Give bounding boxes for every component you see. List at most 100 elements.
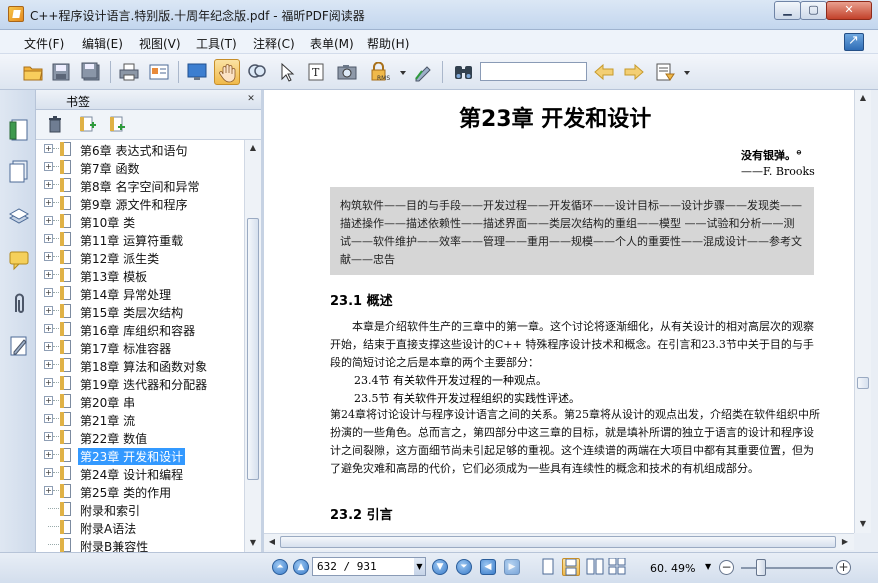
- page-dropdown-icon[interactable]: ▼: [414, 558, 425, 575]
- next-page-icon[interactable]: ▼: [432, 559, 448, 575]
- pages-panel-icon[interactable]: [8, 160, 30, 184]
- bookmark-item[interactable]: + 第8章 名字空间和异常: [36, 176, 244, 194]
- scroll-up-icon[interactable]: ▲: [858, 93, 868, 103]
- go-forward-icon[interactable]: ▶: [504, 559, 520, 575]
- bookmark-item[interactable]: + 第16章 库组织和容器: [36, 320, 244, 338]
- previous-page-icon[interactable]: ▲: [293, 559, 309, 575]
- expand-icon[interactable]: +: [44, 324, 53, 333]
- close-button[interactable]: ✕: [826, 1, 872, 20]
- sign-pen-icon[interactable]: [410, 59, 436, 85]
- bookmark-label[interactable]: 第17章 标准容器: [78, 340, 173, 357]
- bookmark-label[interactable]: 第25章 类的作用: [78, 484, 173, 501]
- expand-icon[interactable]: +: [44, 216, 53, 225]
- bookmark-item[interactable]: + 第25章 类的作用: [36, 482, 244, 500]
- scrollbar-thumb[interactable]: [247, 218, 259, 480]
- scrollbar-thumb[interactable]: [857, 377, 869, 389]
- expand-icon[interactable]: +: [44, 468, 53, 477]
- bookmark-label[interactable]: 第16章 库组织和容器: [78, 322, 197, 339]
- bookmark-item[interactable]: + 第21章 流: [36, 410, 244, 428]
- delete-bookmark-icon[interactable]: [46, 115, 64, 133]
- bookmark-item[interactable]: 附录A语法: [36, 518, 244, 536]
- properties-icon[interactable]: [146, 59, 172, 85]
- bookmark-item[interactable]: + 第24章 设计和编程: [36, 464, 244, 482]
- bookmark-item[interactable]: + 第9章 源文件和程序: [36, 194, 244, 212]
- open-folder-icon[interactable]: [20, 59, 46, 85]
- bookmark-item[interactable]: + 第20章 串: [36, 392, 244, 410]
- expand-icon[interactable]: +: [44, 144, 53, 153]
- scroll-down-icon[interactable]: ▼: [248, 538, 258, 548]
- page-number-field[interactable]: 632 / 931: [312, 557, 426, 576]
- expand-icon[interactable]: +: [44, 414, 53, 423]
- bookmark-item[interactable]: 附录和索引: [36, 500, 244, 518]
- expand-icon[interactable]: +: [44, 396, 53, 405]
- zoom-glass-icon[interactable]: [244, 59, 270, 85]
- bookmark-label[interactable]: 第21章 流: [78, 412, 137, 429]
- document-hscrollbar[interactable]: ◀ ▶: [264, 533, 854, 550]
- bookmarks-panel-icon[interactable]: [8, 118, 30, 142]
- expand-icon[interactable]: +: [44, 342, 53, 351]
- bookmark-label[interactable]: 第23章 开发和设计: [78, 448, 186, 465]
- scroll-left-icon[interactable]: ◀: [267, 537, 277, 547]
- find-previous-icon[interactable]: [590, 59, 616, 85]
- document-page[interactable]: 第23章 开发和设计 没有银弹。⊖ ——F. Brooks 构筑软件——目的与手…: [264, 90, 854, 533]
- zoom-in-icon[interactable]: +: [836, 560, 851, 575]
- maximize-button[interactable]: ▢: [800, 1, 827, 20]
- zoom-slider-thumb[interactable]: [756, 559, 767, 576]
- comments-panel-icon[interactable]: [8, 248, 30, 272]
- bookmark-label[interactable]: 第8章 名字空间和异常: [78, 178, 201, 195]
- bookmark-item[interactable]: + 第17章 标准容器: [36, 338, 244, 356]
- document-scrollbar[interactable]: ▲ ▼: [854, 90, 871, 533]
- expand-icon[interactable]: +: [44, 180, 53, 189]
- add-child-bookmark-icon[interactable]: [108, 115, 126, 133]
- bookmark-label[interactable]: 第7章 函数: [78, 160, 141, 177]
- bookmark-item[interactable]: + 第10章 类: [36, 212, 244, 230]
- bookmark-label[interactable]: 第10章 类: [78, 214, 137, 231]
- last-page-icon[interactable]: ⏷: [456, 559, 472, 575]
- expand-icon[interactable]: +: [44, 288, 53, 297]
- scroll-right-icon[interactable]: ▶: [840, 537, 850, 547]
- expand-icon[interactable]: +: [44, 198, 53, 207]
- bookmark-item[interactable]: 附录B兼容性: [36, 536, 244, 552]
- single-page-view-icon[interactable]: [540, 558, 558, 576]
- expand-icon[interactable]: +: [44, 360, 53, 369]
- zoom-level[interactable]: 60. 49%: [650, 562, 695, 575]
- bookmark-label[interactable]: 第24章 设计和编程: [78, 466, 185, 483]
- bookmark-item[interactable]: + 第18章 算法和函数对象: [36, 356, 244, 374]
- text-select-icon[interactable]: T: [304, 59, 330, 85]
- search-input[interactable]: [480, 62, 587, 81]
- bookmark-item[interactable]: + 第12章 派生类: [36, 248, 244, 266]
- bookmark-label[interactable]: 第12章 派生类: [78, 250, 161, 267]
- bookmark-item[interactable]: + 第6章 表达式和语句: [36, 140, 244, 158]
- search-options-icon[interactable]: [652, 59, 678, 85]
- menu-help[interactable]: 帮助(H): [367, 35, 409, 52]
- bookmark-label[interactable]: 第13章 模板: [78, 268, 149, 285]
- bookmark-label[interactable]: 第11章 运算符重载: [78, 232, 185, 249]
- expand-icon[interactable]: +: [44, 234, 53, 243]
- rms-lock-icon[interactable]: RMS: [366, 59, 392, 85]
- fullscreen-view-icon[interactable]: [184, 59, 210, 85]
- scroll-down-icon[interactable]: ▼: [858, 519, 868, 529]
- bookmark-label[interactable]: 第14章 异常处理: [78, 286, 173, 303]
- bookmark-label[interactable]: 附录和索引: [78, 502, 142, 519]
- menu-view[interactable]: 视图(V): [139, 35, 181, 52]
- expand-icon[interactable]: +: [44, 306, 53, 315]
- bookmark-label[interactable]: 第19章 迭代器和分配器: [78, 376, 209, 393]
- menu-tools[interactable]: 工具(T): [196, 35, 237, 52]
- menu-comment[interactable]: 注释(C): [253, 35, 295, 52]
- continuous-facing-view-icon[interactable]: [608, 557, 626, 576]
- select-cursor-icon[interactable]: [274, 59, 300, 85]
- print-icon[interactable]: [116, 59, 142, 85]
- bookmark-label[interactable]: 第20章 串: [78, 394, 137, 411]
- menu-file[interactable]: 文件(F): [24, 35, 64, 52]
- facing-view-icon[interactable]: [586, 558, 604, 576]
- zoom-out-icon[interactable]: −: [719, 560, 734, 575]
- add-bookmark-icon[interactable]: [78, 115, 96, 133]
- bookmark-item[interactable]: + 第11章 运算符重载: [36, 230, 244, 248]
- fullscreen-icon[interactable]: [844, 33, 864, 51]
- bookmarks-scrollbar[interactable]: ▲ ▼: [244, 140, 261, 552]
- go-back-icon[interactable]: ◀: [480, 559, 496, 575]
- menu-edit[interactable]: 编辑(E): [82, 35, 123, 52]
- close-panel-icon[interactable]: ✕: [244, 92, 258, 106]
- first-page-icon[interactable]: ⏶: [272, 559, 288, 575]
- expand-icon[interactable]: +: [44, 270, 53, 279]
